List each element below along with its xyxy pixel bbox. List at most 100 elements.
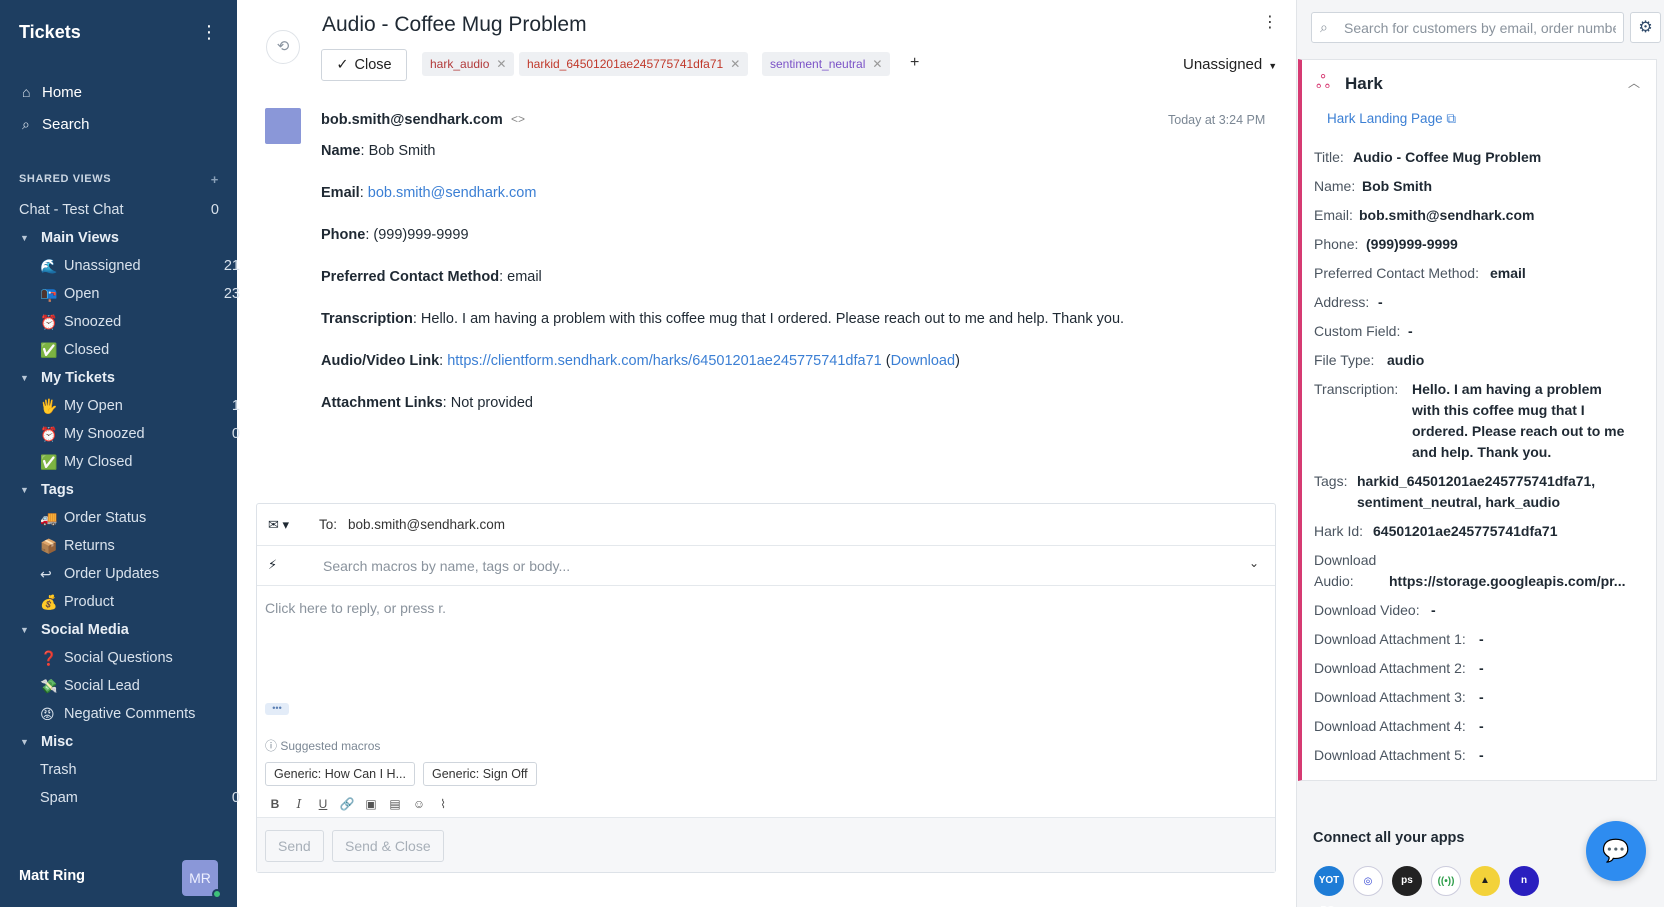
remove-tag-icon[interactable]: ✕ xyxy=(496,57,506,71)
formatting-toolbar: B I U 🔗 ▣ ▤ ☺ ⌇ xyxy=(265,794,453,814)
italic-icon[interactable]: I xyxy=(289,794,309,814)
truck-icon: 🚚 xyxy=(40,509,58,526)
field-label: Custom Field: xyxy=(1314,323,1401,339)
emoji-icon[interactable]: ☺ xyxy=(409,794,429,814)
sender-email[interactable]: bob.smith@sendhark.com xyxy=(321,112,503,128)
sidebar-item-search[interactable]: ⌕ Search xyxy=(22,112,222,136)
more-options-icon[interactable]: ⋮ xyxy=(1262,12,1278,34)
sidebar-item-social-lead[interactable]: 💸 Social Lead xyxy=(40,674,240,698)
field-label: Download Attachment 4: xyxy=(1314,718,1466,734)
image-icon[interactable]: ▣ xyxy=(361,794,381,814)
chevron-up-icon[interactable]: ︿ xyxy=(1628,74,1640,91)
email-link[interactable]: bob.smith@sendhark.com xyxy=(368,185,537,201)
sidebar-item-snoozed[interactable]: ⏰ Snoozed xyxy=(40,310,240,334)
code-view-icon[interactable]: <> xyxy=(511,112,525,126)
reply-textarea[interactable] xyxy=(265,600,1265,680)
add-tag-button[interactable]: + xyxy=(910,54,919,72)
message-field-name: Name: Bob Smith xyxy=(321,143,436,159)
peak-app-icon[interactable]: ▲ xyxy=(1470,866,1500,896)
tag-chip[interactable]: harkid_64501201ae245775741dfa71 ✕ xyxy=(519,52,749,76)
sidebar-item-unassigned[interactable]: 🌊 Unassigned 21 xyxy=(40,254,240,278)
field-value: - xyxy=(1479,660,1484,676)
tag-chip[interactable]: sentiment_neutral ✕ xyxy=(762,52,891,76)
history-icon[interactable]: ⟲ xyxy=(266,30,300,64)
sidebar-item-label: My Snoozed xyxy=(64,426,145,442)
hand-icon: 🖐 xyxy=(40,397,58,414)
macro-chip-how-can-i-help[interactable]: Generic: How Can I H... xyxy=(265,762,415,786)
sidebar-item-returns[interactable]: 📦 Returns xyxy=(40,534,240,558)
search-icon: ⌕ xyxy=(1320,19,1328,35)
sidebar-item-spam[interactable]: Spam 0 xyxy=(40,786,240,810)
field-value: bob.smith@sendhark.com xyxy=(1359,207,1535,223)
av-link[interactable]: https://clientform.sendhark.com/harks/64… xyxy=(447,353,882,369)
sidebar-item-my-open[interactable]: 🖐 My Open 1 xyxy=(40,394,240,418)
more-dots-icon[interactable]: ••• xyxy=(265,703,289,715)
video-icon[interactable]: ▤ xyxy=(385,794,405,814)
macro-search-input[interactable] xyxy=(323,554,1223,578)
suggested-macros-label: ⓘ Suggested macros xyxy=(265,737,380,754)
sidebar-item-product[interactable]: 💰 Product xyxy=(40,590,240,614)
sidebar-menu-icon[interactable]: ⋮ xyxy=(200,22,218,42)
sidebar-item-social-questions[interactable]: ❓ Social Questions xyxy=(40,646,240,670)
sidebar-item-order-status[interactable]: 🚚 Order Status xyxy=(40,506,240,530)
sidebar-item-chat-test[interactable]: Chat - Test Chat 0 xyxy=(19,198,219,222)
sidebar-item-closed[interactable]: ✅ Closed xyxy=(40,338,240,362)
caret-down-icon: ▼ xyxy=(1268,61,1278,71)
field-value: - xyxy=(1479,631,1484,647)
link-icon[interactable]: 🔗 xyxy=(337,794,357,814)
shared-views-header: SHARED VIEWS + xyxy=(19,172,219,187)
ring-app-icon[interactable]: ◎ xyxy=(1353,866,1383,896)
download-link[interactable]: Download xyxy=(891,353,956,369)
remove-tag-icon[interactable]: ✕ xyxy=(730,57,740,71)
customer-search-input[interactable] xyxy=(1344,17,1616,39)
gear-icon[interactable]: ⚙ xyxy=(1630,12,1661,43)
page-title[interactable]: Audio - Coffee Mug Problem xyxy=(322,13,587,37)
sidebar-item-home[interactable]: ⌂ Home xyxy=(22,80,222,104)
field-label: Phone xyxy=(321,227,366,243)
field-value: email xyxy=(1490,265,1526,281)
ps-app-icon[interactable]: ps xyxy=(1392,866,1422,896)
yotpo-icon[interactable]: YOT PO. xyxy=(1314,866,1344,907)
group-my-tickets[interactable]: ▼ My Tickets xyxy=(20,366,220,390)
field-label: Download Attachment 3: xyxy=(1314,689,1466,705)
group-main-views[interactable]: ▼ Main Views xyxy=(20,226,220,250)
recipient-value[interactable]: bob.smith@sendhark.com xyxy=(348,517,505,532)
hark-landing-link[interactable]: Hark Landing Page ⧉ xyxy=(1327,111,1456,127)
sidebar-item-trash[interactable]: Trash xyxy=(40,758,240,782)
group-misc[interactable]: ▼ Misc xyxy=(20,730,220,754)
field-value: Bob Smith xyxy=(368,143,436,159)
send-button[interactable]: Send xyxy=(265,830,324,862)
attachment-icon[interactable]: ⌇ xyxy=(433,794,453,814)
bold-icon[interactable]: B xyxy=(265,794,285,814)
chevron-down-icon[interactable]: ⌄ xyxy=(1249,556,1259,570)
nosto-app-icon[interactable]: n xyxy=(1509,866,1539,896)
group-tags[interactable]: ▼ Tags xyxy=(20,478,220,502)
to-label: To: xyxy=(319,517,338,532)
sidebar-item-label: Returns xyxy=(64,538,115,554)
field-label: Name: xyxy=(1314,178,1356,194)
group-social-media[interactable]: ▼ Social Media xyxy=(20,618,220,642)
field-value: ordered. Please reach out to me xyxy=(1412,423,1625,439)
add-view-icon[interactable]: + xyxy=(211,172,219,187)
sidebar-item-negative-comments[interactable]: 😡 Negative Comments xyxy=(40,702,240,726)
remove-tag-icon[interactable]: ✕ xyxy=(872,57,882,71)
tag-chip[interactable]: hark_audio ✕ xyxy=(422,52,515,76)
mail-channel-icon[interactable]: ✉ ▾ xyxy=(268,517,289,533)
connect-apps-label: Connect all your apps xyxy=(1313,830,1465,846)
sidebar-item-label: Order Updates xyxy=(64,566,160,582)
signal-app-icon[interactable]: ((•)) xyxy=(1431,866,1461,896)
send-and-close-button[interactable]: Send & Close xyxy=(332,830,444,862)
download-audio-link[interactable]: https://storage.googleapis.com/pr... xyxy=(1389,573,1625,589)
sidebar-item-my-snoozed[interactable]: ⏰ My Snoozed 0 xyxy=(40,422,240,446)
close-ticket-button[interactable]: ✓ Close xyxy=(321,49,407,81)
macro-chip-sign-off[interactable]: Generic: Sign Off xyxy=(423,762,537,786)
assignee-dropdown[interactable]: Unassigned ▼ xyxy=(1183,56,1277,73)
view-count: 21 xyxy=(223,258,240,274)
sidebar-item-label: Product xyxy=(64,594,114,610)
sidebar-item-my-closed[interactable]: ✅ My Closed xyxy=(40,450,240,474)
chat-bubble-icon[interactable]: 💬 xyxy=(1586,821,1646,881)
underline-icon[interactable]: U xyxy=(313,794,333,814)
sidebar-item-order-updates[interactable]: ↩ Order Updates xyxy=(40,562,240,586)
field-value: (999)999-9999 xyxy=(373,227,469,243)
sidebar-item-open[interactable]: 📭 Open 23 xyxy=(40,282,240,306)
